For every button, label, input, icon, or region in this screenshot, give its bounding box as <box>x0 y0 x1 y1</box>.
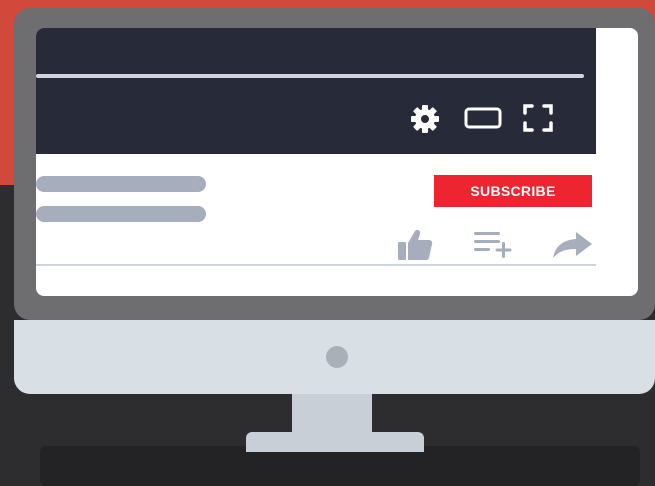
gear-icon[interactable] <box>410 104 440 134</box>
share-icon[interactable] <box>550 230 594 260</box>
monitor-stand-neck <box>292 394 372 436</box>
monitor-screen: SUBSCRIBE <box>36 28 638 296</box>
monitor-button <box>326 346 348 368</box>
desk <box>40 446 640 486</box>
fullscreen-icon[interactable] <box>522 102 554 134</box>
add-to-playlist-icon[interactable] <box>472 228 516 260</box>
channel-name-placeholder <box>36 206 206 222</box>
video-progress-bar[interactable] <box>36 74 584 78</box>
video-player[interactable] <box>36 28 596 154</box>
monitor-stand-foot <box>246 432 424 452</box>
subscribe-button[interactable]: SUBSCRIBE <box>434 175 592 207</box>
video-title-placeholder <box>36 176 206 192</box>
divider <box>36 264 596 266</box>
thumbs-up-icon[interactable] <box>396 228 434 262</box>
theater-mode-icon[interactable] <box>464 106 502 130</box>
